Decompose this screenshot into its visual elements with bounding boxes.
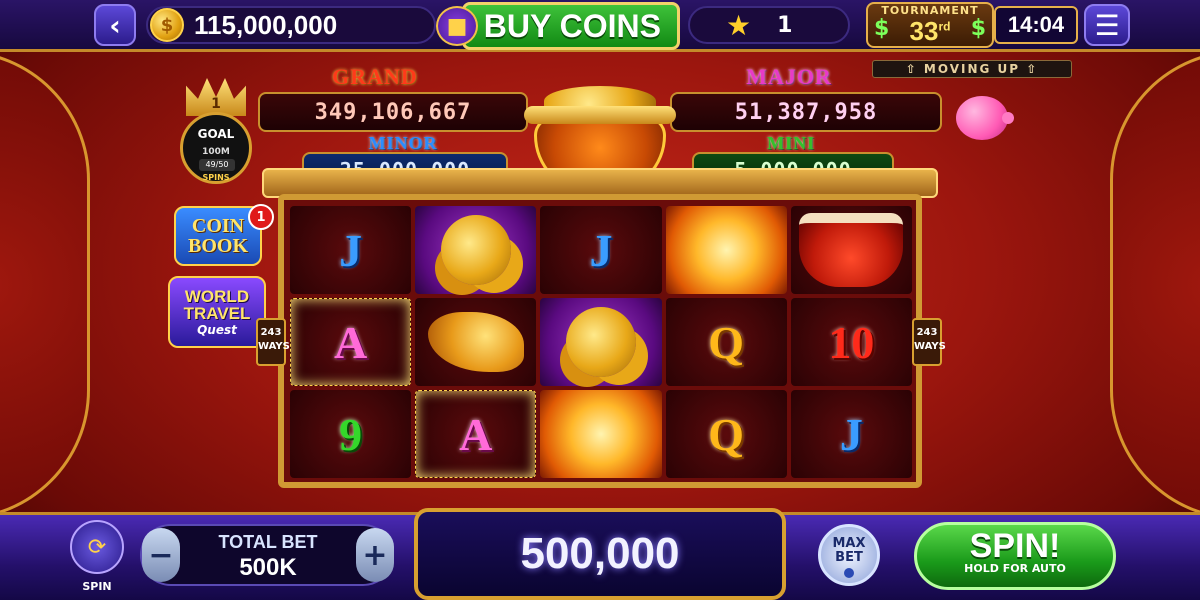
max-bet-button[interactable]: MAX BET xyxy=(818,524,880,586)
drum-icon xyxy=(799,213,904,287)
max-bet-line1: MAX xyxy=(832,536,866,551)
reel-symbol-q: Q xyxy=(665,390,787,478)
crown-icon: 1 xyxy=(186,78,246,116)
reel-symbol-text: 9 xyxy=(339,408,363,460)
gold-coins-icon xyxy=(440,215,511,285)
reel-symbol-text: A xyxy=(333,316,368,368)
minor-jackpot-title: MINOR xyxy=(368,133,438,153)
buy-coins-button[interactable]: BUY COINS xyxy=(462,2,680,50)
max-bet-line2: BET xyxy=(835,550,863,565)
reel-symbol-j: J xyxy=(540,206,662,294)
coin-icon: $ xyxy=(150,8,184,42)
reel-symbol-j: J xyxy=(290,206,412,294)
goal-label: GOAL xyxy=(197,127,235,141)
left-curtain-decoration xyxy=(0,50,90,520)
major-jackpot-value: 51,387,958 xyxy=(670,92,942,132)
coin-balance: $ 115,000,000 xyxy=(146,6,436,44)
dragon-symbol xyxy=(415,298,537,386)
right-curtain-decoration xyxy=(1110,50,1200,520)
world-travel-line2: TRAVEL xyxy=(183,304,251,323)
mini-jackpot-title: MINI xyxy=(767,133,815,153)
drum-symbol xyxy=(790,206,912,294)
lock-spin-icon[interactable]: ⟳ xyxy=(70,520,124,574)
chevron-left-icon: ‹ xyxy=(109,8,121,42)
gold-coins-icon xyxy=(565,307,636,377)
increase-bet-button[interactable]: + xyxy=(356,528,394,582)
notification-badge: 1 xyxy=(248,204,274,230)
star-icon: ★ xyxy=(726,8,752,42)
goal-rank: 1 xyxy=(211,96,221,112)
tournament-rank-number: 33 xyxy=(909,16,939,46)
goal-amount: 100M xyxy=(202,147,230,157)
major-jackpot-title: MAJOR xyxy=(746,64,832,89)
coin-balance-value: 115,000,000 xyxy=(194,9,338,40)
spin-label: SPIN! xyxy=(969,527,1061,565)
level-indicator[interactable]: ★ 1 xyxy=(688,6,850,44)
total-bet-label: TOTAL BET xyxy=(218,532,318,552)
ways-indicator-left: 243 WAYS xyxy=(256,318,290,366)
game-screen: ‹ $ 115,000,000 BUY COINS ■ ★ 1 TOURNAME… xyxy=(0,0,1200,600)
reel-symbol-text: 10 xyxy=(828,316,875,368)
spin-sublabel: HOLD FOR AUTO xyxy=(964,562,1066,575)
autospin-label: SPIN xyxy=(82,580,112,593)
fire-wild-symbol xyxy=(665,206,787,294)
fire-wild-symbol xyxy=(540,390,662,478)
world-travel-line1: WORLD xyxy=(184,287,250,306)
dragon-icon xyxy=(427,312,524,372)
menu-button[interactable]: ☰ xyxy=(1084,4,1130,46)
back-button[interactable]: ‹ xyxy=(94,4,136,46)
tournament-rank-suffix: rd xyxy=(938,19,951,34)
world-travel-line3: Quest xyxy=(197,323,237,337)
gold-coins-symbol xyxy=(540,298,662,386)
dollar-icon: $ xyxy=(970,16,986,41)
piggy-bank-icon[interactable] xyxy=(956,96,1014,140)
reel-grid: J J A Q 10 9 A Q J xyxy=(290,206,912,478)
total-bet-value: 500K xyxy=(239,554,297,581)
gift-icon[interactable]: ■ xyxy=(436,6,478,46)
reel-symbol-a: A xyxy=(290,298,412,386)
world-travel-quest-button[interactable]: WORLD TRAVEL Quest xyxy=(168,276,266,348)
goal-progress: 49/50 xyxy=(199,159,235,171)
reel-symbol-text: J xyxy=(589,224,613,276)
reel-symbol-text: A xyxy=(459,408,493,460)
spin-button[interactable]: SPIN! HOLD FOR AUTO xyxy=(914,522,1116,590)
grand-jackpot-title: GRAND xyxy=(332,64,418,89)
reel-symbol-j: J xyxy=(790,390,912,478)
goal-spins-label: SPINS xyxy=(202,173,230,182)
gold-coins-symbol xyxy=(415,206,537,294)
reel-symbol-text: Q xyxy=(708,316,745,368)
moving-up-banner: ⇧ MOVING UP ⇧ xyxy=(872,60,1072,78)
reel-symbol-a: A xyxy=(415,390,537,478)
goal-badge[interactable]: GOAL 100M 49/50 SPINS xyxy=(180,112,252,184)
win-display: 500,000 xyxy=(414,508,786,600)
decrease-bet-button[interactable]: − xyxy=(142,528,180,582)
reel-symbol-9: 9 xyxy=(290,390,412,478)
buy-coins-label: BUY COINS xyxy=(483,7,661,44)
level-value: 1 xyxy=(777,12,793,38)
ways-indicator-right: 243 WAYS xyxy=(912,318,946,366)
tournament-badge[interactable]: TOURNAMENT $ 33rd $ xyxy=(866,2,994,48)
max-bet-indicator xyxy=(844,568,854,578)
reel-symbol-text: J xyxy=(339,224,363,276)
tournament-timer: 14:04 xyxy=(994,6,1078,44)
coin-book-line2: BOOK xyxy=(187,235,248,257)
grand-jackpot-value: 349,106,667 xyxy=(258,92,528,132)
reel-symbol-q: Q xyxy=(665,298,787,386)
hamburger-menu-icon: ☰ xyxy=(1094,8,1120,42)
reel-symbol-text: J xyxy=(839,408,863,460)
reel-symbol-text: Q xyxy=(708,408,745,460)
coin-book-line1: COIN xyxy=(191,215,245,237)
reel-symbol-10: 10 xyxy=(790,298,912,386)
